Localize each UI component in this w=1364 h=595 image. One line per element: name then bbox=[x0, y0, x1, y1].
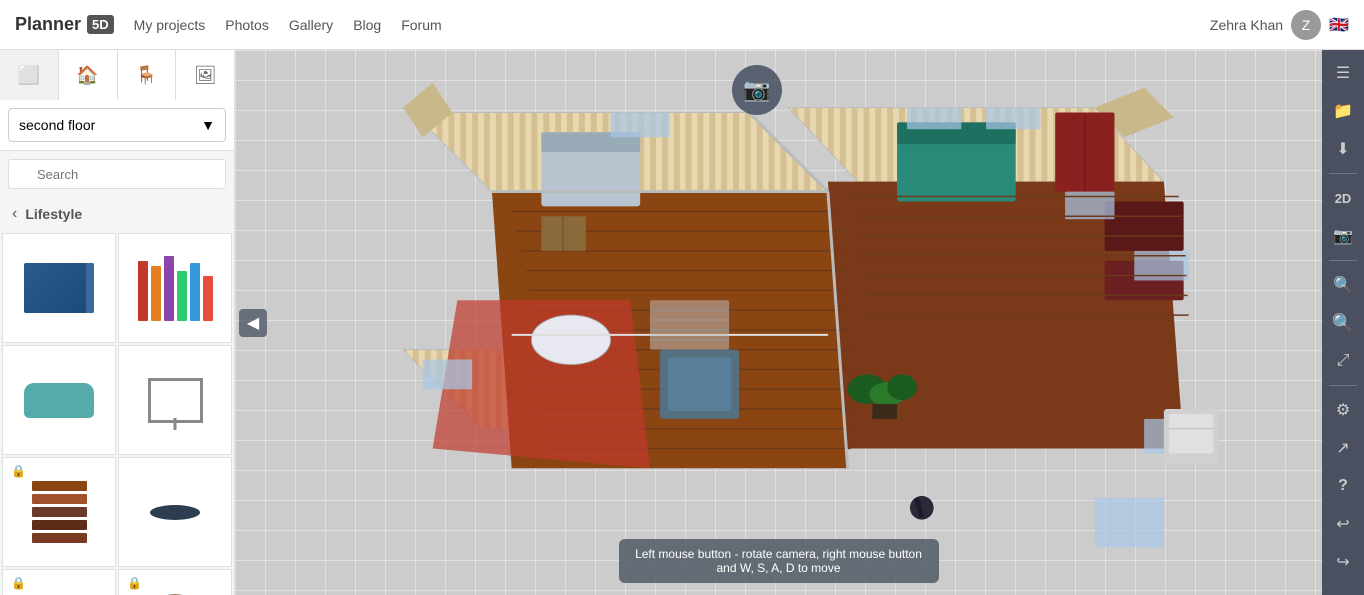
nav-my-projects[interactable]: My projects bbox=[134, 17, 206, 33]
category-header[interactable]: ‹ Lifestyle bbox=[0, 197, 234, 231]
menu-icon: ☰ bbox=[1336, 63, 1350, 83]
undo-button[interactable]: ↩ bbox=[1325, 506, 1361, 542]
divider bbox=[1329, 173, 1357, 174]
canvas-left-arrow[interactable]: ◀ bbox=[239, 309, 267, 337]
item-image bbox=[133, 360, 218, 440]
tab-decor[interactable]: 🖼 bbox=[176, 50, 234, 100]
logo-suffix: 5D bbox=[87, 15, 114, 34]
download-button[interactable]: ⬇ bbox=[1325, 131, 1361, 167]
item-image bbox=[17, 472, 102, 552]
fullscreen-icon: ⤢ bbox=[1337, 352, 1350, 370]
item-image bbox=[17, 584, 102, 595]
home-icon: 🏠 bbox=[76, 65, 98, 86]
chair-icon: 🪑 bbox=[135, 65, 157, 86]
dropdown-arrow-icon: ▼ bbox=[201, 117, 215, 133]
nav-photos[interactable]: Photos bbox=[225, 17, 269, 33]
share-icon: ↗ bbox=[1336, 438, 1349, 458]
redo-button[interactable]: ↪ bbox=[1325, 544, 1361, 580]
zoom-out-icon: 🔍 bbox=[1332, 313, 1354, 334]
canvas-area[interactable]: 📷 bbox=[235, 50, 1322, 595]
list-item[interactable] bbox=[118, 345, 232, 455]
settings-button[interactable]: ⚙ bbox=[1325, 392, 1361, 428]
logo-text: Planner bbox=[15, 14, 81, 35]
item-image bbox=[133, 472, 218, 552]
divider bbox=[1329, 260, 1357, 261]
list-item[interactable] bbox=[118, 233, 232, 343]
divider bbox=[1329, 385, 1357, 386]
item-grid: 🔒 🔒 bbox=[0, 231, 234, 595]
2d-icon: 2D bbox=[1335, 191, 1352, 206]
tab-floor-plan[interactable]: ⬜ bbox=[0, 50, 59, 100]
avatar[interactable]: Z bbox=[1291, 10, 1321, 40]
right-sidebar: ☰ 📁 ⬇ 2D 📷 🔍 🔍 ⤢ ⚙ ↗ bbox=[1322, 50, 1364, 595]
zoom-in-button[interactable]: 🔍 bbox=[1325, 267, 1361, 303]
files-button[interactable]: 📁 bbox=[1325, 93, 1361, 129]
nav-gallery[interactable]: Gallery bbox=[289, 17, 333, 33]
floor-dropdown[interactable]: second floor ▼ bbox=[8, 108, 226, 142]
gear-icon: ⚙ bbox=[1336, 400, 1350, 420]
help-button[interactable]: ? bbox=[1325, 468, 1361, 504]
floor-label: second floor bbox=[19, 117, 95, 133]
help-icon: ? bbox=[1338, 477, 1348, 495]
share-button[interactable]: ↗ bbox=[1325, 430, 1361, 466]
fullscreen-button[interactable]: ⤢ bbox=[1325, 343, 1361, 379]
tab-furniture[interactable]: 🪑 bbox=[118, 50, 177, 100]
camera-icon: 📷 bbox=[743, 77, 770, 103]
render-button[interactable]: 📷 bbox=[1325, 218, 1361, 254]
screenshot-button[interactable]: 📷 bbox=[732, 65, 782, 115]
item-image bbox=[17, 360, 102, 440]
tooltip-bar: Left mouse button - rotate camera, right… bbox=[619, 539, 939, 583]
list-item[interactable]: 🔒 bbox=[2, 457, 116, 567]
zoom-out-button[interactable]: 🔍 bbox=[1325, 305, 1361, 341]
undo-icon: ↩ bbox=[1336, 514, 1349, 534]
camera2-icon: 📷 bbox=[1333, 226, 1353, 246]
list-item[interactable]: 🔒 bbox=[118, 569, 232, 595]
zoom-in-icon: 🔍 bbox=[1333, 275, 1353, 295]
user-area: Zehra Khan Z 🇬🇧 bbox=[1210, 10, 1349, 40]
user-name: Zehra Khan bbox=[1210, 17, 1283, 33]
left-arrow-icon: ◀ bbox=[247, 313, 259, 333]
nav-links: My projects Photos Gallery Blog Forum bbox=[134, 17, 1190, 33]
flag-icon: 🇬🇧 bbox=[1329, 15, 1349, 35]
download-icon: ⬇ bbox=[1336, 139, 1349, 159]
tooltip-text: Left mouse button - rotate camera, right… bbox=[635, 547, 922, 575]
nav-blog[interactable]: Blog bbox=[353, 17, 381, 33]
search-wrapper: 🔍 bbox=[8, 159, 226, 189]
list-item[interactable] bbox=[118, 457, 232, 567]
2d-view-button[interactable]: 2D bbox=[1325, 180, 1361, 216]
floor-plan-icon: ⬜ bbox=[18, 65, 40, 86]
lock-icon: 🔒 bbox=[11, 464, 26, 478]
menu-button[interactable]: ☰ bbox=[1325, 55, 1361, 91]
list-item[interactable] bbox=[2, 345, 116, 455]
item-image bbox=[133, 248, 218, 328]
item-image bbox=[133, 584, 218, 595]
list-item[interactable] bbox=[2, 233, 116, 343]
redo-icon: ↪ bbox=[1336, 552, 1349, 572]
back-arrow-icon: ‹ bbox=[12, 205, 17, 223]
main-layout: ⬜ 🏠 🪑 🖼 second floor ▼ bbox=[0, 50, 1364, 595]
list-item[interactable]: 🔒 bbox=[2, 569, 116, 595]
item-image bbox=[17, 248, 102, 328]
search-input[interactable] bbox=[8, 159, 226, 189]
top-nav: Planner 5D My projects Photos Gallery Bl… bbox=[0, 0, 1364, 50]
folder-icon: 📁 bbox=[1333, 101, 1353, 121]
decor-icon: 🖼 bbox=[194, 65, 217, 86]
app-logo[interactable]: Planner 5D bbox=[15, 14, 114, 35]
floor-plan-3d bbox=[235, 50, 1322, 595]
search-bar: 🔍 bbox=[0, 151, 234, 197]
nav-forum[interactable]: Forum bbox=[401, 17, 441, 33]
left-sidebar: ⬜ 🏠 🪑 🖼 second floor ▼ bbox=[0, 50, 235, 595]
category-name: Lifestyle bbox=[25, 206, 82, 222]
tab-home[interactable]: 🏠 bbox=[59, 50, 118, 100]
lock-icon: 🔒 bbox=[11, 576, 26, 590]
lock-icon: 🔒 bbox=[127, 576, 142, 590]
